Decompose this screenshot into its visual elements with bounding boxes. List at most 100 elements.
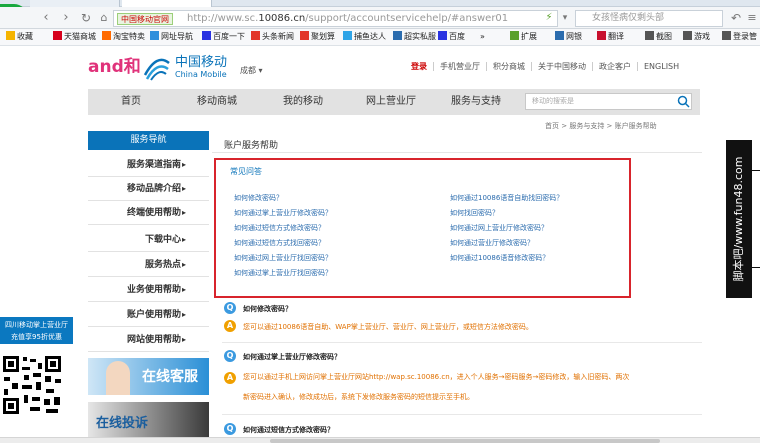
points-mall-link[interactable]: 积分商城 bbox=[486, 62, 531, 71]
faq-link[interactable]: 如何通过网上营业厅找回密码？ bbox=[234, 253, 332, 263]
menu-icon[interactable]: ≡ bbox=[744, 10, 760, 26]
bookmark-item[interactable]: 百度 bbox=[438, 31, 465, 43]
top-links: 登录 手机营业厅 积分商城 关于中国移动 政企客户 ENGLISH bbox=[405, 62, 685, 71]
horizontal-scrollbar[interactable] bbox=[0, 437, 760, 443]
url-input[interactable]: 中国移动官网 http://www.sc.10086.cn/support/ac… bbox=[113, 10, 558, 27]
sidebar-item-website[interactable]: 网站使用帮助 ▸ bbox=[88, 328, 209, 352]
game-icon bbox=[393, 31, 402, 40]
china-mobile-logo-icon[interactable] bbox=[142, 55, 172, 81]
fish-icon bbox=[343, 31, 352, 40]
faq-link[interactable]: 如何通过掌上营业厅找回密码？ bbox=[234, 268, 332, 278]
bookmark-item[interactable]: 网银 bbox=[555, 31, 582, 43]
faq-link[interactable]: 如何通过网上营业厅修改密码？ bbox=[450, 223, 548, 233]
bookmark-item[interactable]: 扩展 bbox=[510, 31, 537, 43]
sidebar-item-hotspots[interactable]: 服务热点 ▸ bbox=[88, 253, 209, 277]
sidebar-item-terminal[interactable]: 终端使用帮助 ▸ bbox=[88, 201, 209, 225]
faq-link[interactable]: 如何通过短信方式找回密码？ bbox=[234, 238, 325, 248]
translate-icon bbox=[597, 31, 606, 40]
and-logo[interactable]: and和 bbox=[88, 57, 141, 77]
bookmark-item[interactable]: 超实私服 bbox=[393, 31, 436, 43]
bookmark-item[interactable]: 翻译 bbox=[597, 31, 624, 43]
sidebar-item-label: 下载中心 bbox=[144, 235, 181, 245]
bookmark-item[interactable]: 捕鱼达人 bbox=[343, 31, 386, 43]
about-link[interactable]: 关于中国移动 bbox=[531, 62, 592, 71]
bookmarks-more-button[interactable]: » bbox=[480, 31, 485, 43]
mobile-hall-link[interactable]: 手机营业厅 bbox=[433, 62, 486, 71]
nav-home[interactable]: 首页 bbox=[88, 89, 174, 115]
answer-text: 您可以通过手机上网访问掌上营业厅网站http://wap.sc.10086.cn… bbox=[243, 373, 630, 381]
bookmark-item[interactable]: 游戏 bbox=[683, 31, 710, 43]
juhuasuan-icon bbox=[300, 31, 309, 40]
faq-link[interactable]: 如何通过10086语音自助找回密码？ bbox=[450, 193, 563, 203]
sidebar-item-label: 服务渠道指南 bbox=[126, 160, 181, 170]
promo-line1: 四川移动掌上营业厅 bbox=[5, 321, 68, 329]
bookmark-label: 百度 bbox=[449, 32, 465, 41]
nav-online-hall[interactable]: 网上营业厅 bbox=[346, 89, 436, 115]
forward-icon[interactable]: › bbox=[58, 10, 74, 26]
bookmark-label: 天猫商城 bbox=[64, 32, 96, 41]
sidebar-item-brands[interactable]: 移动品牌介绍 ▸ bbox=[88, 177, 209, 201]
sidebar-item-account[interactable]: 账户使用帮助 ▸ bbox=[88, 303, 209, 327]
faq-link[interactable]: 如何通过短信方式修改密码？ bbox=[234, 223, 325, 233]
online-complaint-label: 在线投诉 bbox=[96, 416, 149, 431]
back-icon[interactable]: ‹ bbox=[38, 10, 54, 26]
sidebar-item-label: 终端使用帮助 bbox=[126, 208, 181, 218]
city-selector[interactable]: 成都 ▾ bbox=[240, 65, 263, 76]
browser-search-input[interactable]: 女孩怪病仅剩头部 bbox=[575, 10, 723, 27]
nav-icon bbox=[150, 31, 159, 40]
qr-code[interactable] bbox=[0, 349, 65, 421]
divider bbox=[212, 152, 702, 153]
tmall-icon bbox=[53, 31, 62, 40]
online-service-banner[interactable]: 在线客服 bbox=[88, 358, 209, 395]
bookmark-item[interactable]: 截图 bbox=[645, 31, 672, 43]
nav-mall[interactable]: 移动商城 bbox=[174, 89, 260, 115]
browser-tab[interactable] bbox=[30, 0, 120, 7]
faq-link[interactable]: 如何通过10086语音修改密码？ bbox=[450, 253, 549, 263]
lightning-icon[interactable]: ⚡ bbox=[541, 10, 557, 26]
brand-name-cn: 中国移动 bbox=[175, 55, 228, 70]
url-host: 10086.cn bbox=[258, 13, 306, 24]
faq-link[interactable]: 如何找回密码？ bbox=[450, 208, 499, 218]
answer-icon: A bbox=[224, 372, 236, 384]
bookmark-item[interactable]: 网址导航 bbox=[150, 31, 193, 43]
browser-tab-strip bbox=[0, 0, 760, 7]
site-badge-label: 中国移动官网 bbox=[121, 15, 169, 24]
bookmark-item[interactable]: 天猫商城 bbox=[53, 31, 96, 43]
sidebar-item-channels[interactable]: 服务渠道指南 ▸ bbox=[88, 153, 209, 177]
sidebar-title: 服务导航 bbox=[88, 131, 209, 150]
enterprise-link[interactable]: 政企客户 bbox=[592, 62, 637, 71]
bookmark-item[interactable]: 聚划算 bbox=[300, 31, 335, 43]
scrollbar-thumb[interactable] bbox=[270, 439, 660, 443]
divider bbox=[752, 267, 760, 268]
dropdown-icon[interactable]: ▾ bbox=[557, 10, 573, 26]
bookmark-label: 超实私服 bbox=[404, 32, 436, 41]
login-link[interactable]: 登录 bbox=[405, 62, 433, 71]
sidebar-item-business[interactable]: 业务使用帮助 ▸ bbox=[88, 278, 209, 302]
url-text: http://www.sc.10086.cn/support/accountse… bbox=[187, 12, 508, 26]
nav-my-mobile[interactable]: 我的移动 bbox=[260, 89, 346, 115]
baidu-icon bbox=[438, 31, 447, 40]
nav-service-support[interactable]: 服务与支持 bbox=[436, 89, 516, 115]
home-icon[interactable]: ⌂ bbox=[96, 10, 112, 26]
faq-link[interactable]: 如何通过掌上营业厅修改密码？ bbox=[234, 208, 332, 218]
bookmark-item[interactable]: 头条新闻 bbox=[251, 31, 294, 43]
bookmark-item[interactable]: 百度一下 bbox=[202, 31, 245, 43]
divider bbox=[752, 170, 760, 171]
faq-link[interactable]: 如何通过营业厅修改密码？ bbox=[450, 238, 534, 248]
promo-banner[interactable]: 四川移动掌上营业厅 充值享95折优惠 bbox=[0, 317, 73, 344]
bookmark-label: 头条新闻 bbox=[262, 32, 294, 41]
bookmark-item[interactable]: 登录管 bbox=[722, 31, 757, 43]
english-link[interactable]: ENGLISH bbox=[637, 62, 685, 71]
site-search-input[interactable]: 移动的搜索是 bbox=[525, 93, 692, 110]
sidebar-item-download[interactable]: 下载中心 ▸ bbox=[88, 228, 209, 252]
sidebar-item-label: 移动品牌介绍 bbox=[126, 184, 181, 194]
search-icon[interactable] bbox=[677, 95, 690, 108]
faq-link[interactable]: 如何修改密码？ bbox=[234, 193, 283, 203]
bookmark-label: 淘宝特卖 bbox=[113, 32, 145, 41]
undo-icon[interactable]: ↶ bbox=[728, 10, 744, 26]
bookmark-item[interactable]: 收藏 bbox=[6, 31, 33, 43]
bookmark-item[interactable]: 淘宝特卖 bbox=[102, 31, 145, 43]
browser-tab-active[interactable] bbox=[122, 0, 212, 7]
refresh-icon[interactable]: ↻ bbox=[78, 10, 94, 26]
bank-icon bbox=[555, 31, 564, 40]
